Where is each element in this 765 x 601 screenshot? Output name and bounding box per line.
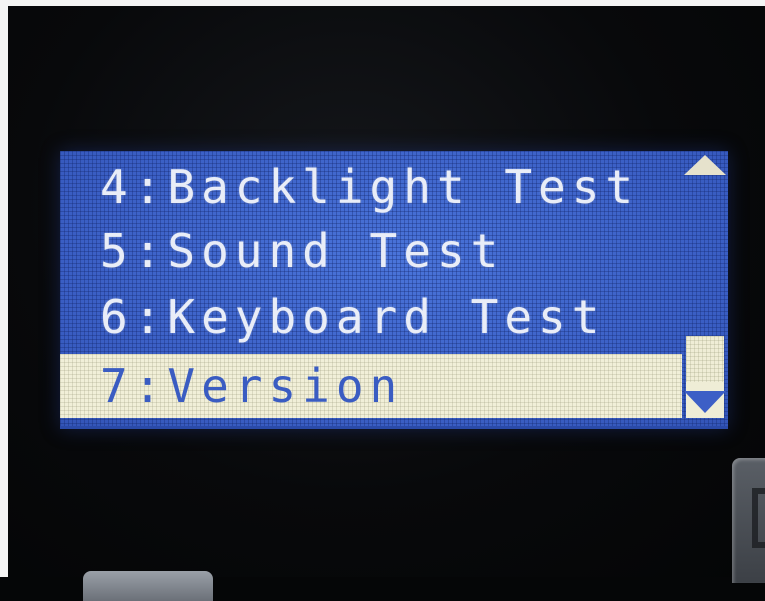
back-icon: [752, 488, 765, 548]
triangle-down-icon[interactable]: [684, 391, 726, 413]
menu-item-sound-test[interactable]: 5:Sound Test: [60, 219, 682, 283]
hardware-button[interactable]: [83, 571, 213, 601]
menu-item-label: 6:Keyboard Test: [100, 290, 606, 344]
device-photo: 4:Backlight Test 5:Sound Test 6:Keyboard…: [0, 0, 765, 601]
menu-item-label: 5:Sound Test: [100, 224, 505, 278]
menu-item-backlight-test[interactable]: 4:Backlight Test: [60, 155, 682, 219]
scrollbar[interactable]: [682, 151, 728, 426]
scrollbar-thumb[interactable]: [686, 336, 724, 382]
menu-item-version-selected[interactable]: 7:Version: [60, 354, 682, 418]
triangle-up-icon[interactable]: [684, 155, 726, 175]
menu-item-keyboard-test[interactable]: 6:Keyboard Test: [60, 285, 682, 349]
menu-item-label: 4:Backlight Test: [100, 160, 640, 214]
menu-item-label: 7:Version: [100, 359, 404, 413]
hardware-back-button[interactable]: [732, 458, 765, 583]
lcd-screen: 4:Backlight Test 5:Sound Test 6:Keyboard…: [60, 151, 728, 429]
